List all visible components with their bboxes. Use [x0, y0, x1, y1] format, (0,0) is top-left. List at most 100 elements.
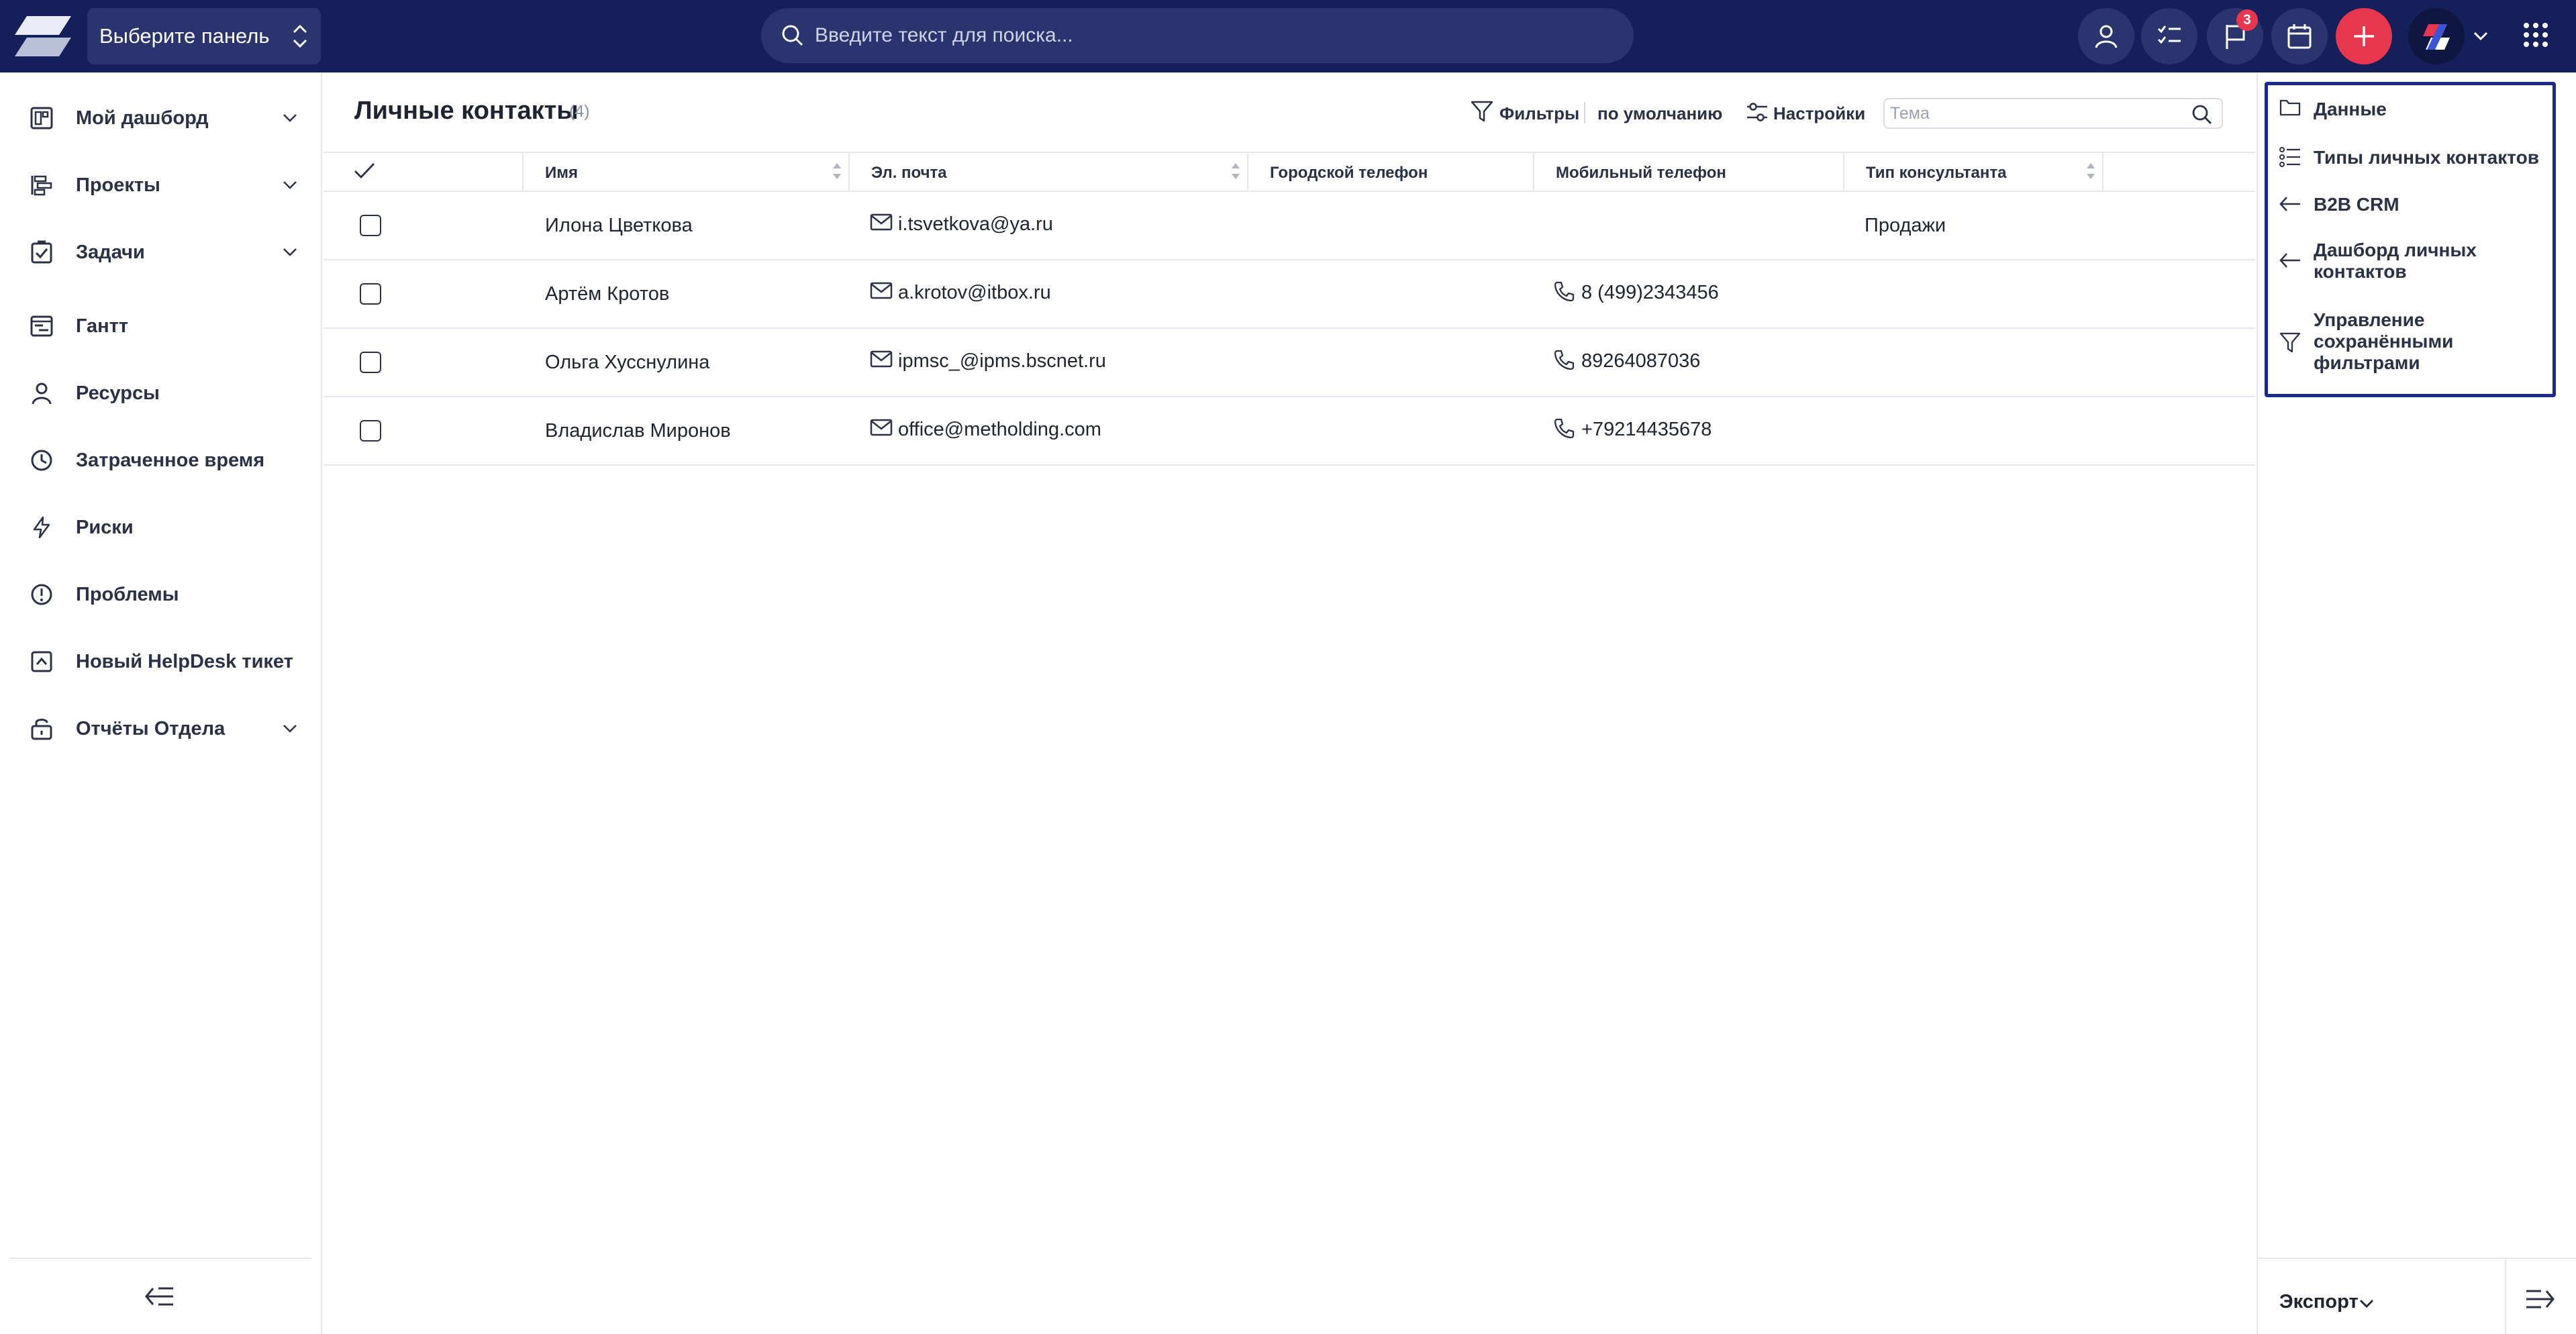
sidebar-item-projects[interactable]: Проекты: [0, 158, 321, 212]
sidebar-item-problems[interactable]: Проблемы: [0, 568, 321, 621]
phone-icon: [1553, 417, 1575, 439]
arrow-left-icon: [2279, 250, 2301, 270]
list-icon: [2279, 146, 2301, 168]
sort-icon[interactable]: [1230, 161, 1242, 181]
table-row[interactable]: Ольга Хусснулина ipmsc_@ipms.bscnet.ru 8…: [324, 329, 2255, 397]
global-search-placeholder: Введите текст для поиска...: [815, 24, 1073, 46]
divider: [1584, 102, 1585, 123]
column-header-mobile[interactable]: Мобильный телефон: [1534, 153, 1844, 191]
row-checkbox[interactable]: [360, 215, 381, 236]
avatar[interactable]: [2408, 8, 2465, 64]
menu-item-data[interactable]: Данные: [2268, 85, 2553, 132]
mail-icon: [870, 280, 893, 301]
panel-select[interactable]: Выберите панель: [87, 8, 321, 64]
chevron-down-icon[interactable]: [282, 722, 298, 735]
default-filter-button[interactable]: по умолчанию: [1597, 103, 1722, 124]
menu-item-b2b-crm[interactable]: B2B CRM: [2268, 181, 2553, 227]
right-panel: Данные Типы личных контактов B2B CRM Даш…: [2257, 72, 2576, 1334]
contact-mobile[interactable]: 8 (499)2343456: [1581, 282, 1719, 304]
menu-item-contacts-dashboard[interactable]: Дашборд личных контактов: [2268, 227, 2553, 295]
profile-button[interactable]: [2078, 8, 2134, 64]
chevron-down-icon[interactable]: [2359, 1298, 2375, 1310]
column-header-name[interactable]: Имя: [524, 153, 850, 191]
table-header: Имя Эл. почта Городской телефон Мобильны…: [324, 152, 2255, 192]
column-header-consultant-type[interactable]: Тип консультанта: [1844, 153, 2103, 191]
sort-icon[interactable]: [2085, 161, 2097, 181]
panel-select-label: Выберите панель: [99, 24, 270, 48]
chevron-down-icon[interactable]: [282, 246, 298, 259]
chevron-down-icon[interactable]: [282, 178, 298, 192]
sidebar-item-resources[interactable]: Ресурсы: [0, 366, 321, 420]
chevron-down-icon[interactable]: [282, 111, 298, 125]
column-label: Городской телефон: [1270, 164, 1428, 182]
sidebar-item-gantt[interactable]: Гантт: [0, 299, 321, 353]
contact-name[interactable]: Владислав Миронов: [545, 420, 731, 442]
menu-item-contact-types[interactable]: Типы личных контактов: [2268, 132, 2553, 181]
sidebar-item-label: Отчёты Отдела: [76, 718, 226, 739]
phone-icon: [1553, 280, 1575, 302]
chevron-down-icon[interactable]: [2471, 27, 2490, 46]
sidebar-item-reports[interactable]: Отчёты Отдела: [0, 702, 321, 756]
row-checkbox[interactable]: [360, 420, 381, 442]
sidebar-item-label: Риски: [76, 517, 134, 538]
contact-email[interactable]: office@metholding.com: [898, 419, 1101, 441]
divider: [9, 1258, 311, 1259]
sidebar-item-dashboard[interactable]: Мой дашборд: [0, 91, 321, 145]
menu-item-label: Типы личных контактов: [2314, 147, 2539, 168]
collapse-sidebar-icon[interactable]: [144, 1283, 176, 1310]
table-row[interactable]: Илона Цветкова i.tsvetkova@ya.ru Продажи: [324, 192, 2255, 260]
contact-name[interactable]: Ольга Хусснулина: [545, 352, 709, 374]
settings-label: Настройки: [1773, 103, 1866, 123]
table-row[interactable]: Артём Кротов a.krotov@itbox.ru 8 (499)23…: [324, 260, 2255, 329]
column-label: Эл. почта: [871, 164, 947, 182]
contact-email[interactable]: a.krotov@itbox.ru: [898, 282, 1051, 304]
arrow-left-icon: [2279, 194, 2301, 214]
export-button[interactable]: Экспорт: [2279, 1291, 2359, 1313]
topic-search-input[interactable]: [1890, 102, 2185, 125]
sidebar-item-label: Проблемы: [76, 584, 179, 605]
contact-mobile[interactable]: 89264087036: [1581, 350, 1700, 372]
right-panel-footer: Экспорт: [2258, 1258, 2576, 1334]
create-button[interactable]: [2336, 8, 2392, 64]
gantt-icon: [30, 314, 54, 338]
sidebar-item-label: Затраченное время: [76, 450, 265, 471]
contact-email[interactable]: ipmsc_@ipms.bscnet.ru: [898, 350, 1106, 372]
search-icon[interactable]: [2191, 103, 2214, 126]
sidebar-item-risks[interactable]: Риски: [0, 501, 321, 554]
record-count: (4): [569, 102, 590, 121]
contact-email[interactable]: i.tsvetkova@ya.ru: [898, 213, 1053, 236]
select-all-column[interactable]: [324, 153, 524, 191]
filters-label: Фильтры: [1499, 103, 1580, 123]
sidebar-item-tasks[interactable]: Задачи: [0, 225, 321, 279]
related-links-menu: Данные Типы личных контактов B2B CRM Даш…: [2265, 82, 2556, 397]
my-tasks-button[interactable]: [2141, 8, 2197, 64]
sidebar-item-label: Гантт: [76, 315, 129, 337]
row-checkbox[interactable]: [360, 352, 381, 373]
contact-name[interactable]: Артём Кротов: [545, 283, 669, 305]
sidebar-item-time[interactable]: Затраченное время: [0, 433, 321, 487]
column-header-email[interactable]: Эл. почта: [850, 153, 1248, 191]
table-row[interactable]: Владислав Миронов office@metholding.com …: [324, 397, 2255, 466]
sidebar-item-label: Задачи: [76, 242, 145, 263]
app-logo[interactable]: [15, 16, 71, 56]
column-header-city-phone[interactable]: Городской телефон: [1248, 153, 1534, 191]
sort-icon[interactable]: [831, 161, 843, 181]
sidebar-item-helpdesk[interactable]: Новый HelpDesk тикет: [0, 635, 321, 688]
search-icon: [780, 23, 805, 48]
global-search[interactable]: Введите текст для поиска...: [761, 8, 1634, 63]
calendar-button[interactable]: [2271, 8, 2328, 64]
row-checkbox[interactable]: [360, 283, 381, 305]
contact-mobile[interactable]: +79214435678: [1581, 419, 1712, 441]
divider: [2505, 1259, 2506, 1334]
notifications-button[interactable]: 3: [2207, 8, 2263, 64]
menu-item-label: Дашборд личных контактов: [2314, 240, 2477, 282]
column-label: Мобильный телефон: [1556, 164, 1726, 182]
column-label: Имя: [545, 164, 579, 182]
expand-panel-icon[interactable]: [2524, 1286, 2556, 1313]
menu-item-manage-filters[interactable]: Управление сохранёнными фильтрами: [2268, 295, 2553, 389]
apps-grid-icon[interactable]: [2522, 21, 2549, 48]
topic-search[interactable]: [1883, 98, 2223, 129]
contact-name[interactable]: Илона Цветкова: [545, 215, 693, 237]
sidebar-item-label: Мой дашборд: [76, 107, 209, 129]
sidebar: Мой дашборд Проекты Задачи Гантт Ресурсы…: [0, 72, 322, 1334]
